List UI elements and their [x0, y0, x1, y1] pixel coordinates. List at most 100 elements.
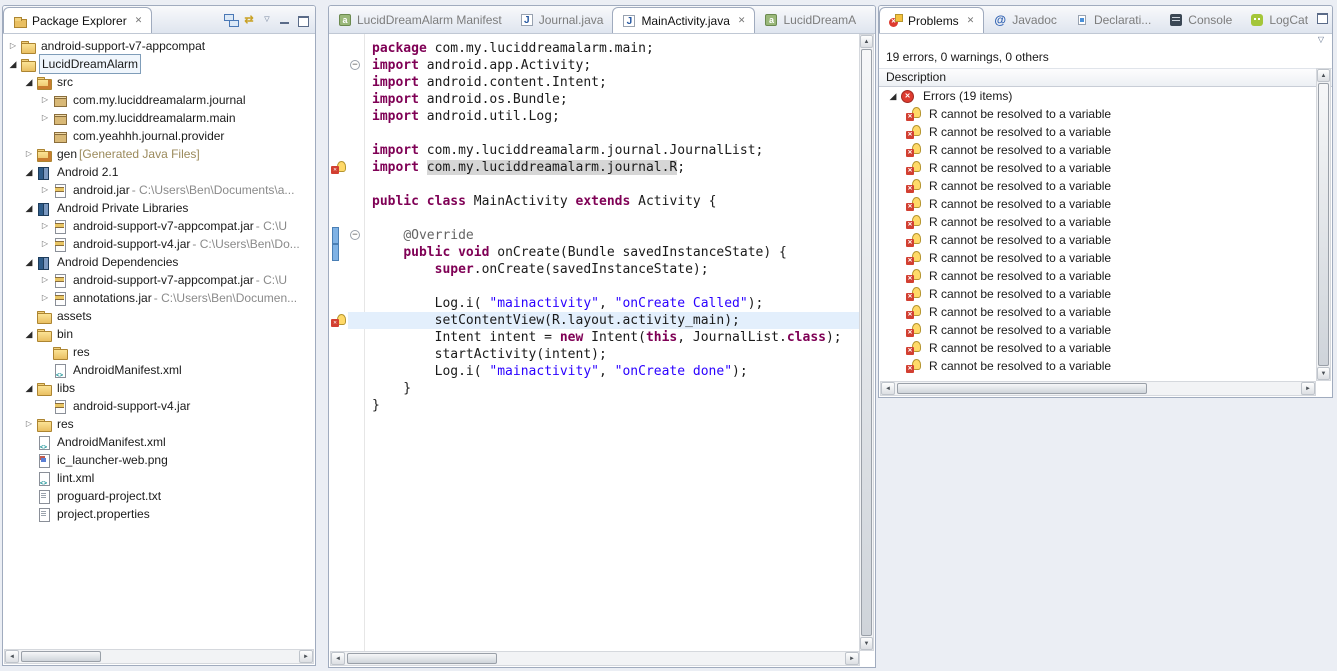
tab-mainactivity-java[interactable]: MainActivity.java ✕	[612, 7, 756, 33]
tab-luciddreamalarm-manifest[interactable]: LucidDreamAlarm Manifest	[329, 6, 511, 33]
tree-item[interactable]: ▷ android-support-v7-appcompat.jar - C:\U	[4, 217, 314, 235]
code-line[interactable]: }	[330, 397, 860, 414]
collapsed-arrow-icon[interactable]: ▷	[38, 91, 52, 109]
problem-item[interactable]: R cannot be resolved to a variable	[880, 267, 1316, 285]
tree-item[interactable]: ◢ libs	[4, 379, 314, 397]
code-line[interactable]: − @Override	[330, 227, 860, 244]
code-line[interactable]	[330, 176, 860, 193]
problems-vscrollbar[interactable]: ▲ ▼	[1316, 68, 1331, 381]
collapsed-arrow-icon[interactable]: ▷	[38, 289, 52, 307]
scroll-up-icon[interactable]: ▲	[860, 35, 873, 48]
code-line[interactable]: setContentView(R.layout.activity_main);	[330, 312, 860, 329]
tab-problems[interactable]: Problems ✕	[879, 7, 985, 33]
tree-item[interactable]: ▷ android-support-v7-appcompat	[4, 37, 314, 55]
problem-item[interactable]: R cannot be resolved to a variable	[880, 177, 1316, 195]
code-line[interactable]: import android.content.Intent;	[330, 74, 860, 91]
scroll-right-icon[interactable]: ►	[845, 652, 859, 665]
problem-item[interactable]: R cannot be resolved to a variable	[880, 195, 1316, 213]
code-line[interactable]: super.onCreate(savedInstanceState);	[330, 261, 860, 278]
expanded-arrow-icon[interactable]: ◢	[22, 253, 36, 271]
collapsed-arrow-icon[interactable]: ▷	[6, 37, 20, 55]
code-line[interactable]	[330, 278, 860, 295]
problem-item[interactable]: R cannot be resolved to a variable	[880, 159, 1316, 177]
expanded-arrow-icon[interactable]: ◢	[22, 73, 36, 91]
tree-item[interactable]: AndroidManifest.xml	[4, 361, 314, 385]
tree-item[interactable]: ▷ gen [Generated Java Files]	[4, 145, 314, 163]
code-line[interactable]: import com.my.luciddreamalarm.journal.R;	[330, 159, 860, 176]
code-line[interactable]: public void onCreate(Bundle savedInstanc…	[330, 244, 860, 261]
problems-hscrollbar[interactable]: ◄ ►	[880, 381, 1316, 396]
scroll-thumb[interactable]	[897, 383, 1147, 394]
tree-item[interactable]: ◢ Android 2.1	[4, 163, 314, 181]
scroll-up-icon[interactable]: ▲	[1317, 69, 1330, 82]
scroll-track[interactable]	[345, 652, 845, 665]
tree-item[interactable]: ◢ src	[4, 73, 314, 91]
problem-item[interactable]: R cannot be resolved to a variable	[880, 141, 1316, 159]
expanded-arrow-icon[interactable]: ◢	[6, 55, 20, 73]
problem-item[interactable]: R cannot be resolved to a variable	[880, 249, 1316, 267]
expanded-arrow-icon[interactable]: ◢	[22, 163, 36, 181]
code-line[interactable]: Log.i( "mainactivity", "onCreate Called"…	[330, 295, 860, 312]
code-line[interactable]: package com.my.luciddreamalarm.main;	[330, 40, 860, 57]
view-menu-icon[interactable]	[260, 13, 274, 27]
tree-item[interactable]: ▷ com.my.luciddreamalarm.journal	[4, 91, 314, 109]
link-editor-icon[interactable]	[242, 13, 256, 27]
tree-item[interactable]: proguard-project.txt	[4, 487, 314, 505]
tree-item[interactable]: project.properties	[4, 505, 314, 523]
code-area[interactable]: package com.my.luciddreamalarm.main; − imp…	[330, 34, 860, 414]
scroll-down-icon[interactable]: ▼	[1317, 367, 1330, 380]
problem-item[interactable]: R cannot be resolved to a variable	[880, 105, 1316, 123]
fold-collapse-icon[interactable]: −	[350, 60, 360, 70]
expanded-arrow-icon[interactable]: ◢	[22, 379, 36, 397]
problem-item[interactable]: R cannot be resolved to a variable	[880, 213, 1316, 231]
expanded-arrow-icon[interactable]: ◢	[22, 199, 36, 217]
tree-item[interactable]: ▷ com.my.luciddreamalarm.main	[4, 109, 314, 127]
tree-item[interactable]: ◢ bin	[4, 325, 314, 343]
tree-item[interactable]: ▷ android-support-v7-appcompat.jar - C:\U	[4, 271, 314, 289]
expanded-arrow-icon[interactable]: ◢	[22, 325, 36, 343]
error-quickfix-icon[interactable]	[331, 313, 346, 328]
tree-item[interactable]: lint.xml	[4, 469, 314, 493]
code-line[interactable]	[330, 125, 860, 142]
collapse-all-icon[interactable]	[224, 13, 239, 27]
editor-hscrollbar[interactable]: ◄ ►	[330, 651, 860, 666]
tab-logcat[interactable]: LogCat	[1241, 6, 1317, 33]
tab-javadoc[interactable]: Javadoc	[984, 6, 1066, 33]
problem-item[interactable]: R cannot be resolved to a variable	[880, 357, 1316, 375]
problem-item[interactable]: R cannot be resolved to a variable	[880, 303, 1316, 321]
tree-item[interactable]: ▷ android.jar - C:\Users\Ben\Documents\a.…	[4, 181, 314, 199]
collapsed-arrow-icon[interactable]: ▷	[38, 271, 52, 289]
problems-group-row[interactable]: ◢ Errors (19 items)	[880, 87, 1316, 105]
collapsed-arrow-icon[interactable]: ▷	[38, 181, 52, 199]
tree-item[interactable]: ◢ Android Dependencies	[4, 253, 314, 271]
problem-item[interactable]: R cannot be resolved to a variable	[880, 285, 1316, 303]
problem-item[interactable]: R cannot be resolved to a variable	[880, 339, 1316, 357]
tab-console[interactable]: Console	[1160, 6, 1241, 33]
tab-luciddreama[interactable]: LucidDreamA	[755, 6, 865, 33]
package-explorer-hscrollbar[interactable]: ◄ ►	[4, 649, 314, 664]
code-line[interactable]: − import android.app.Activity;	[330, 57, 860, 74]
code-line[interactable]: import android.util.Log;	[330, 108, 860, 125]
scroll-down-icon[interactable]: ▼	[860, 637, 873, 650]
code-line[interactable]: startActivity(intent);	[330, 346, 860, 363]
code-line[interactable]: Log.i( "mainactivity", "onCreate done");	[330, 363, 860, 380]
problem-item[interactable]: R cannot be resolved to a variable	[880, 321, 1316, 339]
maximize-icon[interactable]	[296, 13, 310, 27]
scroll-right-icon[interactable]: ►	[1301, 382, 1315, 395]
expanded-arrow-icon[interactable]: ◢	[886, 91, 900, 102]
tree-item[interactable]: com.yeahhh.journal.provider	[4, 127, 314, 145]
fold-collapse-icon[interactable]: −	[350, 230, 360, 240]
scroll-right-icon[interactable]: ►	[299, 650, 313, 663]
close-icon[interactable]: ✕	[967, 15, 975, 26]
tree-item[interactable]: ▷ android-support-v4.jar - C:\Users\Ben\D…	[4, 235, 314, 253]
scroll-thumb[interactable]	[21, 651, 101, 662]
tab-package-explorer[interactable]: Package Explorer ✕	[3, 7, 153, 33]
scroll-track[interactable]	[19, 650, 299, 663]
tree-item[interactable]: ◢ LucidDreamAlarm	[4, 54, 314, 74]
tree-item[interactable]: AndroidManifest.xml	[4, 433, 314, 457]
tree-item[interactable]: assets	[4, 307, 314, 325]
view-menu-icon[interactable]: ▽	[1318, 35, 1324, 44]
tree-item[interactable]: res	[4, 343, 314, 361]
tree-item[interactable]: android-support-v4.jar	[4, 397, 314, 415]
code-line[interactable]: import android.os.Bundle;	[330, 91, 860, 108]
